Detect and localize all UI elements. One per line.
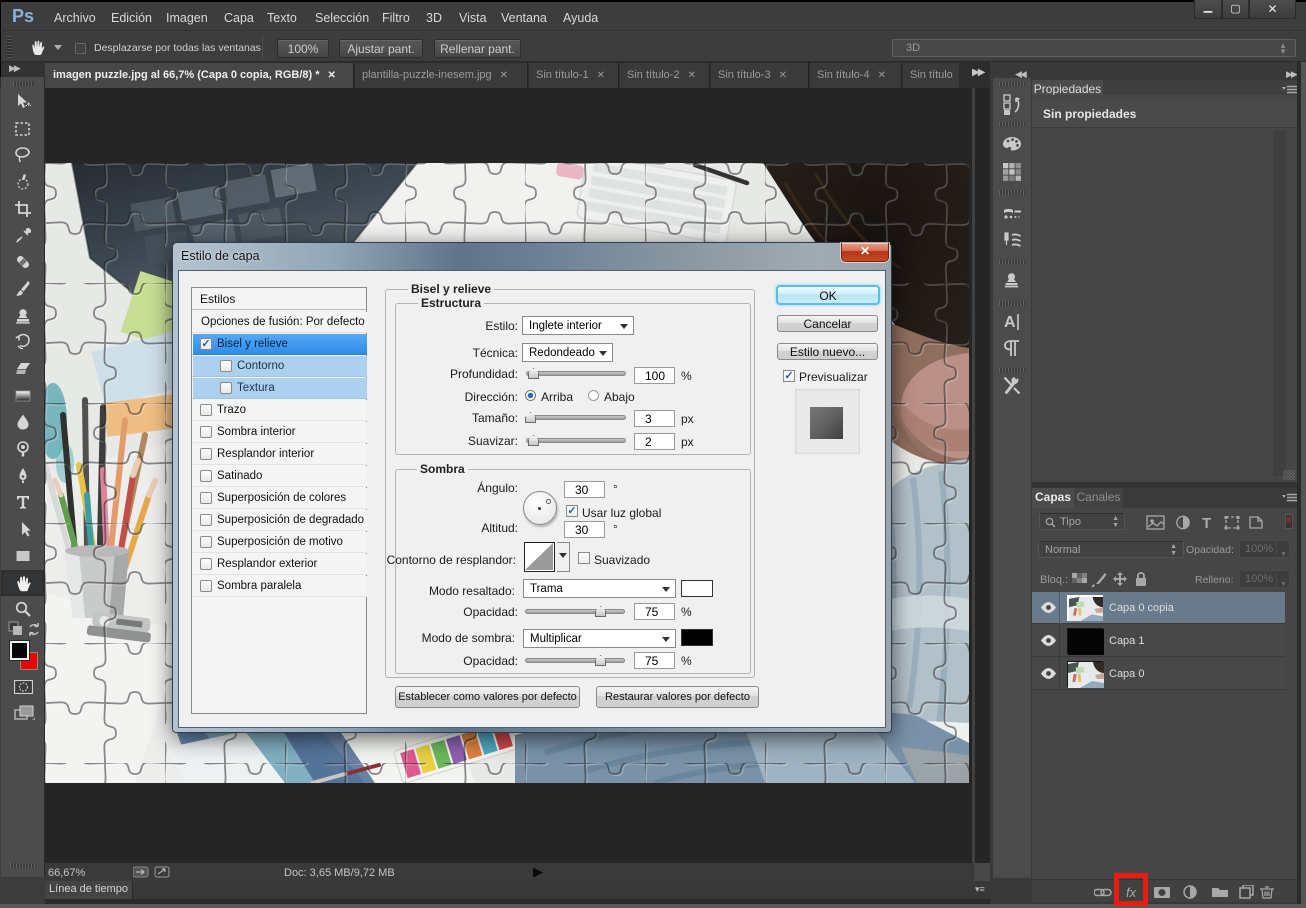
svg-text:T: T (1202, 515, 1211, 530)
svg-text:A: A (1004, 314, 1016, 331)
